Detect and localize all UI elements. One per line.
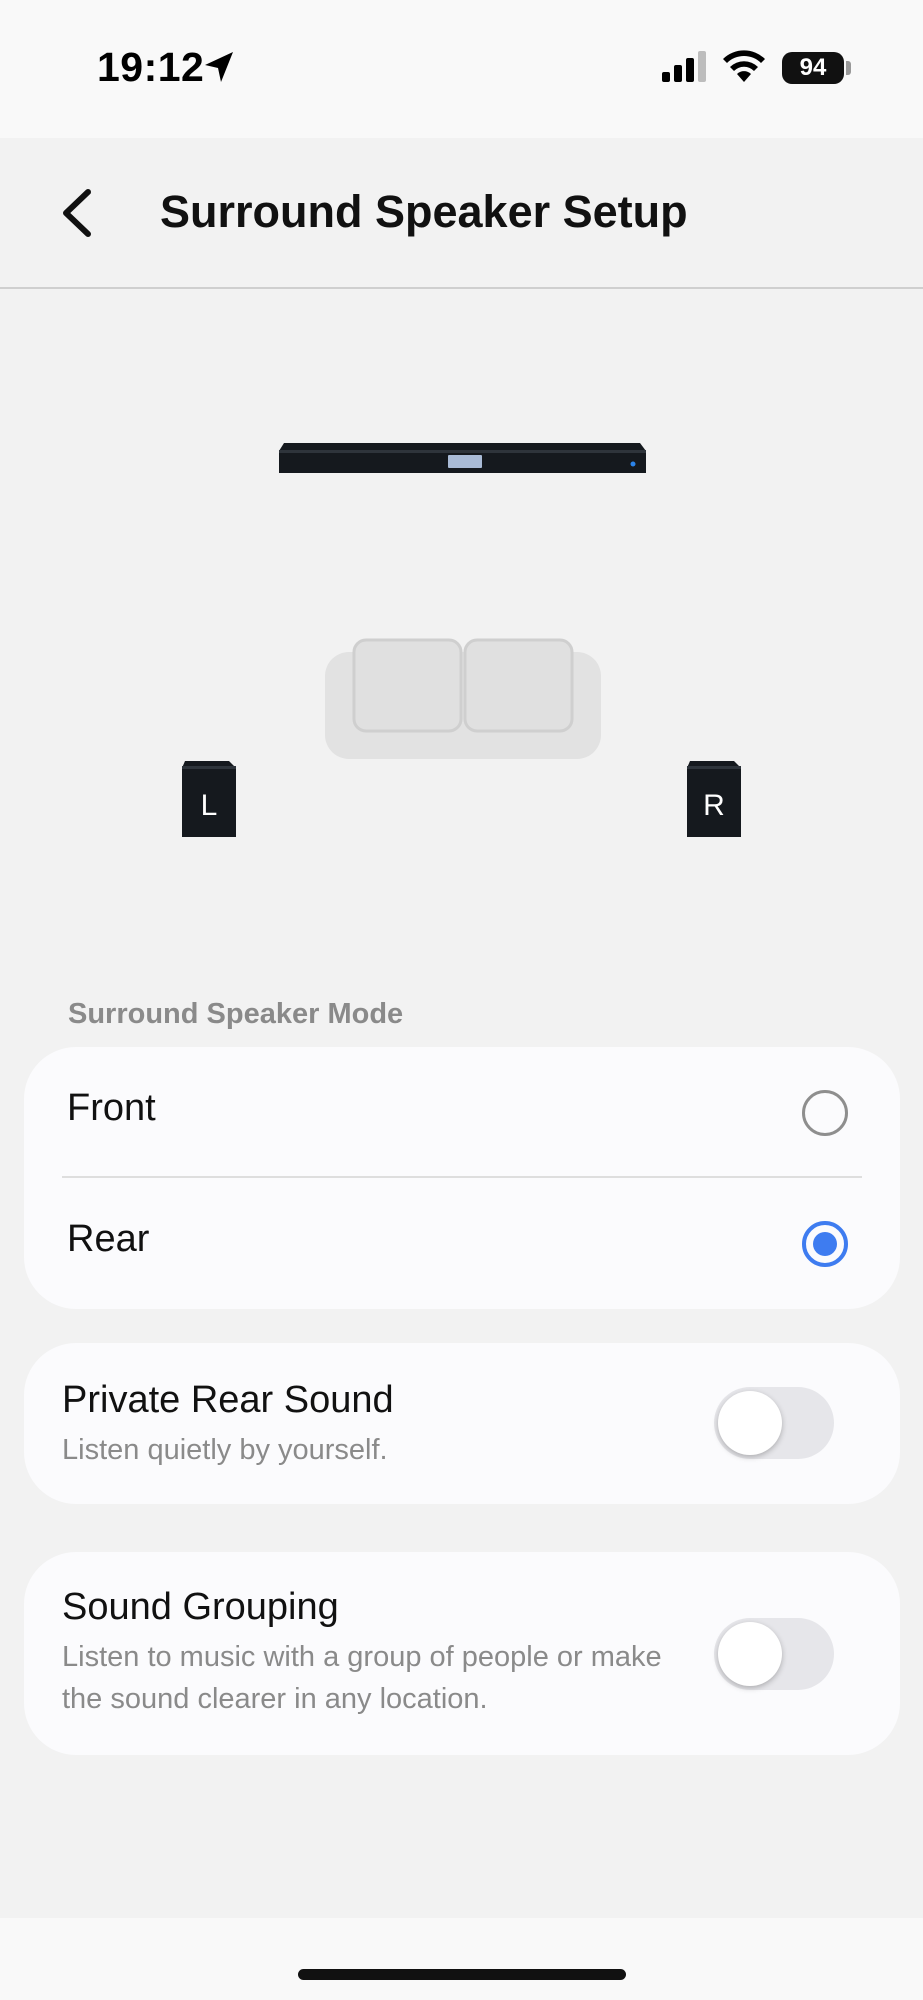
private-rear-sound-toggle[interactable] — [714, 1387, 834, 1459]
mode-option-front[interactable]: Front — [24, 1047, 900, 1178]
section-label-surround-mode: Surround Speaker Mode — [68, 998, 404, 1030]
sofa-image — [325, 638, 601, 759]
surround-mode-card: Front Rear — [24, 1047, 900, 1309]
home-indicator[interactable] — [298, 1969, 626, 1980]
status-bar: 19:12 94 — [0, 0, 923, 138]
nav-header: Surround Speaker Setup — [0, 138, 923, 289]
sound-grouping-description: Listen to music with a group of people o… — [62, 1641, 662, 1715]
soundbar-image — [279, 443, 646, 473]
private-rear-sound-description: Listen quietly by yourself. — [62, 1434, 388, 1466]
right-speaker-label: R — [703, 789, 725, 822]
private-rear-sound-title: Private Rear Sound — [62, 1379, 394, 1421]
battery-cap — [846, 61, 851, 75]
chevron-left-icon — [63, 189, 91, 237]
battery-icon: 94 — [782, 52, 844, 84]
sound-grouping-card: Sound Grouping Listen to music with a gr… — [24, 1552, 900, 1755]
left-speaker-label: L — [201, 789, 218, 822]
right-speaker: R — [687, 761, 741, 837]
wifi-icon — [723, 50, 765, 82]
private-rear-sound-card: Private Rear Sound Listen quietly by you… — [24, 1343, 900, 1504]
mode-option-rear[interactable]: Rear — [24, 1178, 900, 1309]
location-arrow-icon — [205, 52, 233, 82]
toggle-knob — [718, 1622, 782, 1686]
page-title: Surround Speaker Setup — [160, 186, 688, 237]
sound-grouping-toggle[interactable] — [714, 1618, 834, 1690]
toggle-knob — [718, 1391, 782, 1455]
radio-front[interactable] — [802, 1090, 848, 1136]
mode-option-label: Rear — [67, 1218, 150, 1260]
back-button[interactable] — [52, 180, 108, 246]
speaker-layout-illustration: L R — [182, 443, 741, 837]
status-time: 19:12 — [97, 44, 205, 90]
radio-rear[interactable] — [802, 1221, 848, 1267]
signal-icon — [662, 51, 706, 82]
surround-speaker-setup-screen: 19:12 94 Surround Speaker Setup L R Surr… — [0, 0, 923, 2000]
bottom-bar — [0, 1918, 923, 2000]
left-speaker: L — [182, 761, 236, 837]
mode-option-label: Front — [67, 1087, 156, 1129]
sound-grouping-title: Sound Grouping — [62, 1586, 339, 1628]
